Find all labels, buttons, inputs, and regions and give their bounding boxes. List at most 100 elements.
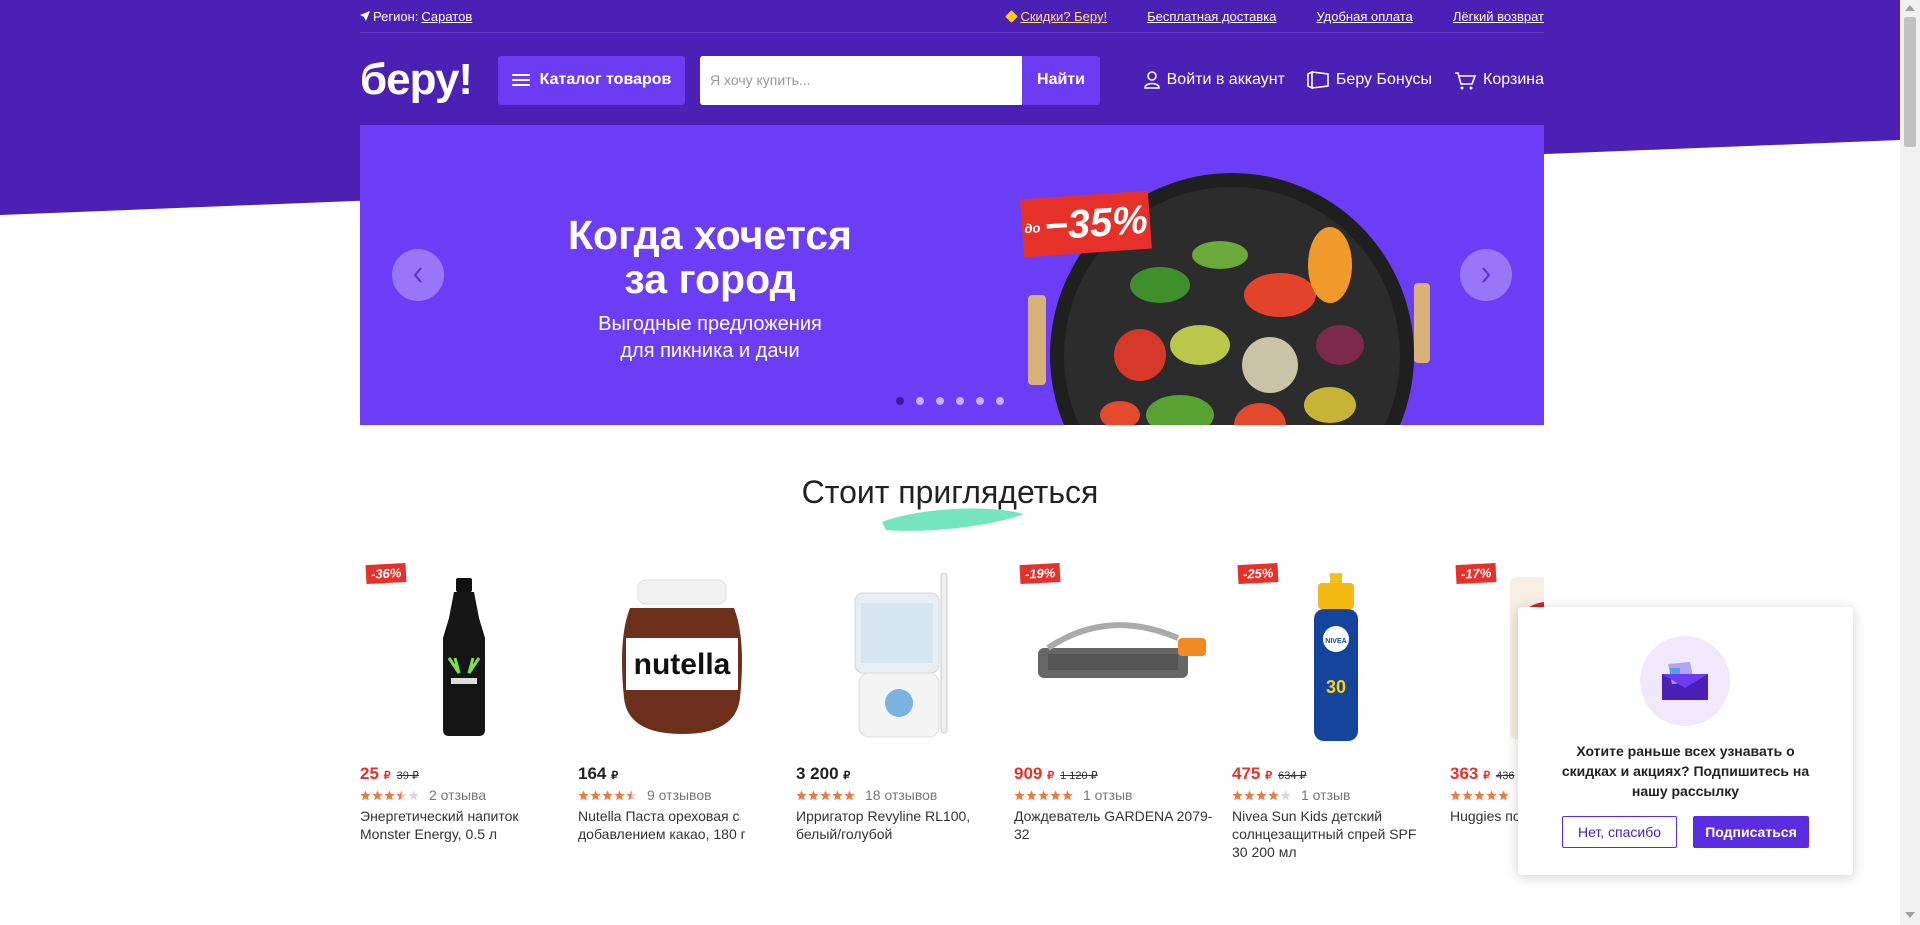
banner-dot[interactable] — [996, 397, 1004, 405]
region-selector[interactable]: Регион: Саратов — [360, 9, 472, 24]
rating-stars — [1450, 789, 1509, 801]
section-title: Стоит приглядеться — [801, 474, 1099, 510]
banner-dot[interactable] — [936, 397, 944, 405]
search-button[interactable]: Найти — [1022, 55, 1100, 105]
cart-link[interactable]: Корзина — [1454, 71, 1544, 90]
price-value: 363 — [1450, 764, 1484, 783]
catalog-button-label: Каталог товаров — [539, 71, 672, 88]
product-price: 3 200 ₽ — [796, 764, 850, 784]
banner-dot[interactable] — [896, 397, 904, 405]
review-count[interactable]: 9 отзывов — [647, 787, 712, 803]
banner-dot[interactable] — [916, 397, 924, 405]
cart-icon — [1455, 71, 1477, 89]
banner-dot[interactable] — [976, 397, 984, 405]
subscribe-button[interactable]: Подписаться — [1693, 816, 1809, 848]
star-icon — [614, 789, 625, 800]
top-bar: Регион: Саратов Скидки? Беру! Бесплатная… — [360, 0, 1544, 33]
star-icon — [1474, 789, 1485, 800]
login-link[interactable]: Войти в аккаунт — [1143, 71, 1285, 89]
bonus-icon — [1307, 71, 1329, 89]
product-price: 909 ₽ — [1014, 764, 1054, 784]
product-name[interactable]: Энергетический напиток Monster Energy, 0… — [360, 807, 560, 843]
product-name[interactable]: Ирригатор Revyline RL100, белый/голубой — [796, 807, 996, 843]
price-row: 164 ₽ — [578, 764, 786, 784]
product-card[interactable]: NIVEA 30 -25% 475 ₽634 ₽1 отзыв Nivea Sun Ki… — [1232, 560, 1440, 861]
star-icon — [1256, 789, 1267, 800]
star-icon — [372, 789, 383, 800]
search-input[interactable] — [700, 55, 1022, 105]
bonus-link[interactable]: Беру Бонусы — [1307, 71, 1432, 89]
product-card[interactable]: nutella 164 ₽9 отзывов Nutella Паста орехо… — [578, 560, 786, 843]
scroll-down-icon[interactable] — [1905, 912, 1915, 918]
star-icon — [796, 789, 807, 800]
decline-button[interactable]: Нет, спасибо — [1562, 816, 1677, 848]
top-links: Скидки? Беру! Бесплатная доставка Удобна… — [1005, 9, 1544, 24]
menu-icon — [511, 74, 530, 86]
envelope-icon — [1662, 662, 1708, 700]
star-icon — [1038, 789, 1049, 800]
star-icon — [1026, 789, 1037, 800]
review-count[interactable]: 18 отзывов — [865, 787, 937, 803]
star-icon — [602, 789, 613, 800]
product-card[interactable]: -36% 25 ₽39 ₽2 отзыва Энергетический напит… — [360, 560, 568, 843]
header: беру! Каталог товаров Найти Войти в акка… — [360, 55, 1544, 105]
product-card[interactable]: 3 200 ₽ 18 отзывов Ирригатор Revyline RL10… — [796, 560, 1004, 843]
star-icon — [1280, 789, 1291, 800]
product-price: 363 ₽ — [1450, 764, 1490, 784]
product-image[interactable]: -36% — [360, 560, 568, 756]
banner-prev-button[interactable] — [392, 249, 444, 301]
product-carousel: -36% 25 ₽39 ₽2 отзыва Энергетический напит… — [360, 560, 1544, 880]
review-count[interactable]: 1 отзыв — [1301, 787, 1351, 803]
review-count[interactable]: 1 отзыв — [1083, 787, 1133, 803]
banner-dot[interactable] — [956, 397, 964, 405]
banner-subtitle: Выгодные предложения для пикника и дачи — [510, 311, 910, 365]
header-actions: Войти в аккаунт Беру Бонусы Корзина — [1143, 71, 1544, 90]
popup-buttons: Нет, спасибо Подписаться — [1562, 816, 1809, 848]
rating-stars — [1232, 789, 1291, 801]
scrollbar[interactable] — [1900, 0, 1920, 925]
region-label: Регион: — [373, 8, 419, 24]
banner-title: Когда хочется за город — [510, 213, 910, 301]
product-image[interactable]: NIVEA 30 -25% — [1232, 560, 1440, 756]
product-image[interactable]: -19% — [1014, 560, 1222, 756]
star-icon — [832, 789, 843, 800]
product-name[interactable]: Nutella Паста ореховая с добавлением как… — [578, 807, 778, 843]
star-icon — [384, 789, 395, 800]
price-value: 475 — [1232, 764, 1266, 783]
review-count[interactable]: 2 отзыва — [429, 787, 486, 803]
product-name[interactable]: Nivea Sun Kids детский солнцезащитный сп… — [1232, 807, 1432, 861]
promo-banner[interactable]: Когда хочется за город Выгодные предложе… — [360, 125, 1544, 425]
old-price: 1 120 ₽ — [1060, 770, 1098, 782]
star-icon — [578, 789, 589, 800]
returns-link[interactable]: Лёгкий возврат — [1453, 9, 1544, 24]
price-value: 25 — [360, 764, 384, 783]
product-name[interactable]: Дождеватель GARDENA 2079-32 — [1014, 807, 1214, 843]
scrollbar-thumb[interactable] — [1904, 17, 1916, 147]
catalog-button[interactable]: Каталог товаров — [498, 55, 685, 105]
currency-sign: ₽ — [383, 770, 391, 782]
logo[interactable]: беру! — [360, 55, 498, 105]
scroll-up-icon[interactable] — [1905, 5, 1915, 11]
currency-sign: ₽ — [1265, 770, 1273, 782]
rating-stars — [1014, 789, 1073, 801]
payment-link[interactable]: Удобная оплата — [1316, 9, 1412, 24]
price-value: 164 — [578, 764, 612, 783]
banner-next-button[interactable] — [1460, 249, 1512, 301]
mail-icon-container — [1640, 636, 1730, 726]
product-card[interactable]: -19% 909 ₽ 1 120 ₽ 1 отзыв Дождеватель GARDE… — [1014, 560, 1222, 843]
product-image[interactable] — [796, 560, 1004, 756]
chevron-right-icon — [1482, 267, 1491, 283]
star-icon — [1062, 789, 1073, 800]
free-delivery-link[interactable]: Бесплатная доставка — [1147, 9, 1276, 24]
svg-text:NIVEA: NIVEA — [1325, 638, 1346, 645]
product-price: 475 ₽ — [1232, 764, 1272, 784]
rating-row: 1 отзыв — [1232, 786, 1440, 804]
region-value[interactable]: Саратов — [421, 9, 472, 24]
currency-sign: ₽ — [611, 770, 619, 782]
promo-link[interactable]: Скидки? Беру! — [1005, 9, 1107, 24]
rating-row: 9 отзывов — [578, 786, 786, 804]
location-arrow-icon — [360, 11, 370, 21]
price-row: 909 ₽ 1 120 ₽ — [1014, 764, 1222, 784]
banner-dots — [896, 397, 1004, 405]
product-image[interactable]: nutella — [578, 560, 786, 756]
